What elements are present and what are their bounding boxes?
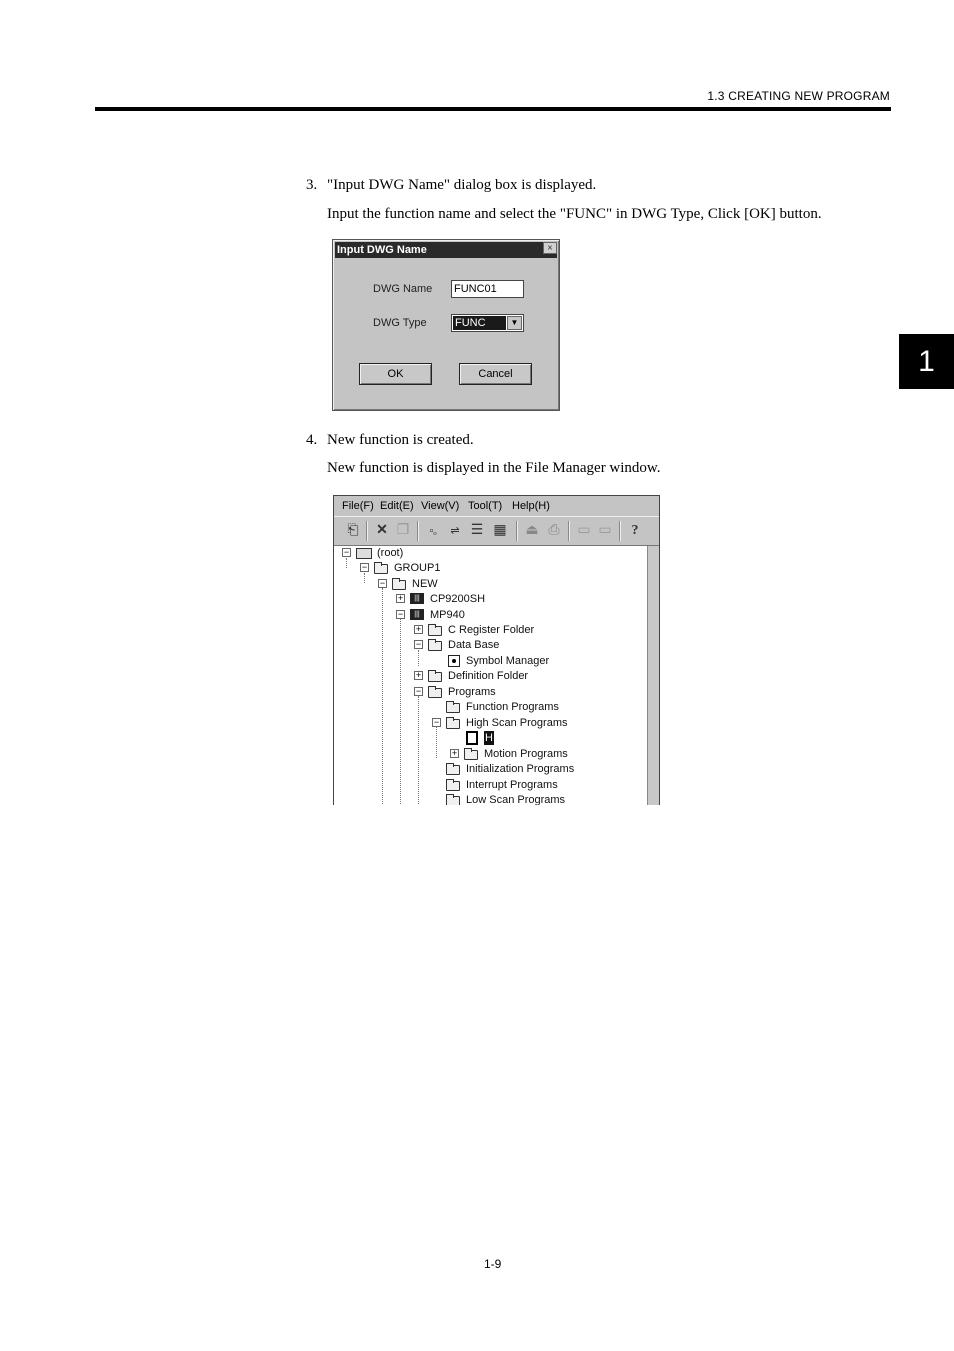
folder-icon	[464, 748, 478, 760]
menu-tool[interactable]: Tool(T)	[468, 500, 502, 512]
expand-icon: +	[450, 748, 459, 758]
connect-icon[interactable]: ▭	[575, 522, 593, 540]
folder-icon	[428, 624, 442, 636]
folder-icon	[446, 779, 460, 791]
tree-label: (root)	[377, 547, 404, 559]
collapse-icon: −	[414, 686, 423, 696]
expand-icon: +	[414, 624, 423, 634]
toolbar-separator	[619, 521, 620, 541]
large-icons-icon[interactable]: ▫ₒ	[424, 522, 442, 540]
dwg-type-label: DWG Type	[373, 317, 427, 329]
tree-label: Initialization Programs	[466, 763, 575, 775]
folder-icon	[446, 717, 460, 729]
symbol-manager-icon	[448, 655, 460, 667]
chevron-down-icon[interactable]: ▼	[507, 316, 522, 330]
step-number: 4.	[306, 432, 318, 448]
step-number: 3.	[306, 177, 318, 193]
toolbar-separator	[366, 521, 367, 541]
dwg-type-value: FUNC	[453, 316, 506, 330]
page-number: 1-9	[484, 1257, 502, 1271]
delete-icon[interactable]: ✕	[373, 522, 391, 540]
help-icon[interactable]: ?	[626, 522, 644, 540]
controller-icon: |||	[410, 609, 424, 620]
file-manager-window: File(F) Edit(E) View(V) Tool(T) Help(H) …	[333, 495, 660, 805]
menu-help[interactable]: Help(H)	[512, 500, 550, 512]
tree-label: High Scan Programs	[466, 717, 568, 729]
tree-label: Definition Folder	[448, 670, 529, 682]
tree-label: Function Programs	[466, 701, 559, 713]
chapter-tab: 1	[899, 334, 954, 389]
disconnect-icon[interactable]: ▭	[596, 522, 614, 540]
input-dwg-name-dialog: Input DWG Name × DWG Name FUNC01 DWG Typ…	[332, 239, 560, 411]
list-icon[interactable]: ☰	[468, 522, 486, 540]
collapse-icon: −	[432, 717, 441, 727]
toolbar: ⎗ ✕ ❐ ▫ₒ ⇌ ☰ ▦ ⏏ ⎙ ▭ ▭ ?	[334, 516, 659, 546]
menu-view[interactable]: View(V)	[421, 500, 459, 512]
toolbar-separator	[417, 521, 418, 541]
vertical-scrollbar[interactable]	[647, 546, 659, 805]
up-folder-icon[interactable]: ⎗	[344, 522, 362, 540]
expand-icon: +	[396, 593, 405, 603]
tree-label: CP9200SH	[430, 593, 486, 605]
download-icon[interactable]: ⎙	[545, 522, 563, 540]
computer-icon	[356, 548, 372, 559]
tree-label: Programs	[448, 686, 496, 698]
step-3-detail: Input the function name and select the "…	[327, 206, 822, 222]
tree-label: NEW	[412, 578, 438, 590]
close-icon[interactable]: ×	[543, 242, 557, 254]
toolbar-separator	[568, 521, 569, 541]
step-text: New function is created.	[327, 432, 474, 448]
tree-label: GROUP1	[394, 562, 441, 574]
menu-bar: File(F) Edit(E) View(V) Tool(T) Help(H)	[334, 496, 659, 516]
collapse-icon: −	[396, 609, 405, 619]
toolbar-separator	[516, 521, 517, 541]
collapse-icon: −	[360, 562, 369, 572]
drawing-icon	[466, 731, 478, 745]
folder-icon	[446, 763, 460, 775]
tree-label: Interrupt Programs	[466, 779, 558, 791]
upload-icon[interactable]: ⏏	[523, 522, 541, 540]
properties-icon[interactable]: ❐	[394, 522, 412, 540]
tree-label: C Register Folder	[448, 624, 535, 636]
tree-label-editing: H	[484, 731, 494, 745]
cancel-button[interactable]: Cancel	[459, 363, 532, 385]
section-header: 1.3 CREATING NEW PROGRAM	[707, 89, 890, 103]
tree-label: MP940	[430, 609, 465, 621]
details-icon[interactable]: ▦	[491, 522, 509, 540]
controller-icon: |||	[410, 593, 424, 604]
ok-button[interactable]: OK	[359, 363, 432, 385]
tree-label: Motion Programs	[484, 748, 568, 760]
step-text: "Input DWG Name" dialog box is displayed…	[327, 177, 597, 193]
folder-icon	[374, 562, 388, 574]
menu-file[interactable]: File(F)	[342, 500, 374, 512]
collapse-icon: −	[378, 578, 387, 588]
small-icons-icon[interactable]: ⇌	[446, 522, 464, 540]
folder-icon	[446, 701, 460, 713]
folder-tree: − (root) − GROUP1 − NEW + ||| CP9200SH −…	[334, 546, 647, 805]
dialog-title: Input DWG Name	[335, 242, 557, 258]
folder-icon	[446, 794, 460, 805]
menu-edit[interactable]: Edit(E)	[380, 500, 414, 512]
dwg-type-select[interactable]: FUNC ▼	[451, 314, 524, 332]
dwg-name-input[interactable]: FUNC01	[451, 280, 524, 298]
tree-label: Data Base	[448, 639, 500, 651]
collapse-icon: −	[342, 547, 351, 557]
step-4-detail: New function is displayed in the File Ma…	[327, 460, 661, 476]
folder-icon	[428, 686, 442, 698]
folder-icon	[428, 639, 442, 651]
folder-icon	[392, 578, 406, 590]
tree-label: Symbol Manager	[466, 655, 550, 667]
collapse-icon: −	[414, 639, 423, 649]
dwg-name-label: DWG Name	[373, 283, 433, 295]
expand-icon: +	[414, 670, 423, 680]
header-rule	[95, 107, 891, 111]
tree-label: Low Scan Programs	[466, 794, 566, 805]
folder-icon	[428, 670, 442, 682]
